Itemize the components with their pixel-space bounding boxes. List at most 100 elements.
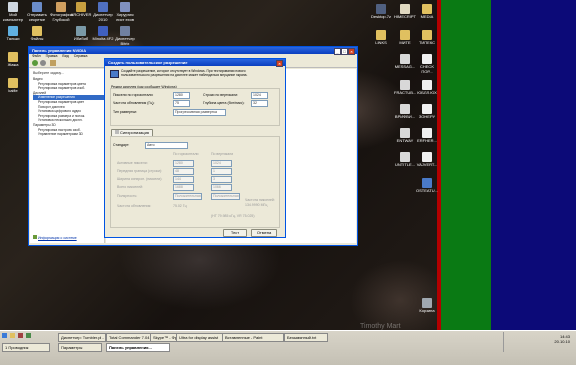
icon-label: HIMECRIPT xyxy=(394,14,416,19)
ie-icon[interactable] xyxy=(2,333,7,338)
timing-v-field[interactable]: 1024 xyxy=(211,160,232,167)
nvidia-titlebar[interactable]: Панель управления NVIDIA _ □ × xyxy=(29,47,357,55)
icon-label: Хирургия лист ехов xyxy=(116,12,134,22)
taskbar-button[interactable]: Безымянный.txt xyxy=(284,333,328,342)
taskbar-button[interactable]: Ultra for display assist xyxy=(176,333,226,342)
timing-h-field[interactable]: 144 xyxy=(173,176,194,183)
desktop-icon-right[interactable]: ТИПЕКС xyxy=(416,30,438,46)
minimize-button[interactable]: _ xyxy=(334,48,341,55)
desktop-icon-left[interactable]: kaifie xyxy=(2,78,24,94)
tree-item[interactable]: Управление параметрами 3D xyxy=(33,132,104,137)
menu-edit[interactable]: Правка xyxy=(46,54,58,58)
desktop-icon-right[interactable]: Корзина xyxy=(416,298,438,314)
dialog-body: Создайте разрешение, которое отсутствует… xyxy=(105,66,285,237)
maximize-button[interactable]: □ xyxy=(341,48,348,55)
system-info-link[interactable]: Информация о системе xyxy=(33,235,77,240)
menu-file[interactable]: Файл xyxy=(32,54,41,58)
sidebar-header: Выберите задачу... xyxy=(33,71,64,75)
shortcut-icon xyxy=(400,54,410,64)
close-button[interactable]: × xyxy=(348,48,355,55)
timing-group-box xyxy=(110,136,280,228)
desktop-icon-right[interactable]: ENTWAY xyxy=(394,128,416,144)
folder-icon[interactable] xyxy=(10,333,16,338)
shortcut-icon xyxy=(8,2,18,12)
taskbar: 1 Проводник Диспетчер: Tumbler.pl - ... To… xyxy=(0,323,576,365)
desktop-icon-right[interactable]: UNTITLE... xyxy=(394,152,416,168)
dialog-titlebar[interactable]: Создать пользовательское разрешение × xyxy=(105,59,285,67)
timing-v-field[interactable]: 1 xyxy=(211,168,232,175)
desktop-icon-left[interactable]: Файлы xyxy=(26,26,48,42)
desktop-icon[interactable] xyxy=(26,333,32,338)
icon-label: FRACTUB... xyxy=(394,90,417,95)
shortcut-icon xyxy=(8,26,18,36)
media-icon[interactable] xyxy=(18,333,24,338)
color-depth-field[interactable]: 32 xyxy=(251,100,268,107)
h-pixels-label: Пиксели по горизонтали: xyxy=(113,93,154,97)
taskbar-button[interactable]: Вставленные - Paint xyxy=(222,333,284,342)
scan-label: Тип развертки: xyxy=(113,110,137,114)
timing-row-label: Всего пикселей: xyxy=(117,185,144,189)
polarity-v-select[interactable]: Положительная xyxy=(211,193,240,200)
desktop-icon-left[interactable]: Диспетчер 2010 xyxy=(92,2,114,22)
cancel-button[interactable]: Отмена xyxy=(251,229,277,237)
menu-view[interactable]: Вид xyxy=(62,54,68,58)
desktop-icon-right[interactable]: CHECK ПОР... xyxy=(416,54,438,74)
timing-h-field[interactable]: 48 xyxy=(173,168,194,175)
desktop-icon-right[interactable]: OSTEATU... xyxy=(416,178,438,194)
timing-h-field[interactable]: 1688 xyxy=(173,184,194,191)
desktop-icon-right[interactable]: MEDIA xyxy=(416,4,438,20)
desktop-icon-right[interactable]: ЮБЛЛ.ЮХ xyxy=(416,80,438,96)
taskbar-button[interactable]: Диспетчер: Tumbler.pl - ... xyxy=(58,333,106,342)
desktop-icon-right[interactable]: ВРИФВИ... xyxy=(394,104,416,120)
home-icon[interactable] xyxy=(50,60,56,66)
desktop-icon-left[interactable]: Тальки xyxy=(2,26,24,42)
forward-icon[interactable] xyxy=(40,60,46,66)
taskbar-button[interactable]: Параметры xyxy=(58,343,102,352)
h-pixels-field[interactable]: 1280 xyxy=(173,92,190,99)
standard-select[interactable]: Авто xyxy=(145,142,188,149)
scan-select[interactable]: Прогрессивная развертка xyxy=(173,109,226,116)
icon-label: Тальки xyxy=(6,36,20,41)
shortcut-icon xyxy=(376,4,386,14)
refresh-rate-value: 75.02 Гц xyxy=(173,204,187,208)
custom-resolution-dialog[interactable]: Создать пользовательское разрешение × Со… xyxy=(104,58,286,238)
desktop-icon-right[interactable]: VAJVERT... xyxy=(416,152,438,168)
taskbar-button[interactable]: Панель управления... xyxy=(106,343,170,352)
standard-label: Стандарт: xyxy=(113,143,130,147)
timing-v-field[interactable]: 3 xyxy=(211,176,232,183)
polarity-h-select[interactable]: Положительная xyxy=(173,193,202,200)
taskbar-button[interactable]: 1 Проводник xyxy=(2,343,50,352)
desktop-icon-left[interactable]: Ибибиб xyxy=(70,26,92,42)
desktop-icon-left[interactable]: Отправить секретке xyxy=(26,2,48,22)
test-button[interactable]: Тест xyxy=(223,229,247,237)
desktop-icon-right[interactable]: LINKS xyxy=(370,30,392,46)
menu-help[interactable]: Справка xyxy=(74,54,88,58)
icon-label: ARCHIVER xyxy=(70,12,92,17)
desktop-icon-right[interactable]: FRACTUB... xyxy=(394,80,416,96)
info-icon xyxy=(33,235,37,239)
refresh-field[interactable]: 75 xyxy=(173,100,190,107)
clock-date[interactable]: 20.10.10 xyxy=(504,339,574,344)
timing-h-field[interactable]: 1280 xyxy=(173,160,194,167)
shortcut-icon xyxy=(8,52,18,62)
taskbar-button[interactable]: Total Commander 7.04 ... xyxy=(106,333,154,342)
desktop-icon-right[interactable]: ERFHER... xyxy=(416,128,438,144)
icon-label: ENTWAY xyxy=(396,138,414,143)
desktop-icon-right[interactable]: MESSAG... xyxy=(394,54,416,70)
desktop-icon-right[interactable]: Desktop.7z xyxy=(370,4,392,20)
v-lines-field[interactable]: 1024 xyxy=(251,92,268,99)
timing-v-field[interactable]: 1066 xyxy=(211,184,232,191)
icon-label: CHECK ПОР... xyxy=(419,64,434,74)
desktop-icon-left[interactable]: Мой компьютер xyxy=(2,2,24,22)
back-icon[interactable] xyxy=(32,60,38,66)
desktop-icon-left[interactable]: ARCHIVER xyxy=(70,2,92,18)
desktop-icon-right[interactable]: HIMECRIPT xyxy=(394,4,416,20)
desktop-icon-left[interactable]: Диспетчер Bitrix xyxy=(114,26,136,46)
system-tray: 14:43 20.10.10 xyxy=(503,332,574,352)
desktop-icon-right[interactable]: ЗОНЕРУ xyxy=(416,104,438,120)
desktop-icon-left[interactable]: Minolta 4F2 xyxy=(92,26,114,42)
desktop-icon-right[interactable]: МИТЕ xyxy=(394,30,416,46)
desktop-icon-left[interactable]: Фотографии Глубокой xyxy=(50,2,73,22)
desktop-icon-left[interactable]: Жажа xyxy=(2,52,24,68)
desktop-icon-left[interactable]: Хирургия лист ехов xyxy=(114,2,136,22)
